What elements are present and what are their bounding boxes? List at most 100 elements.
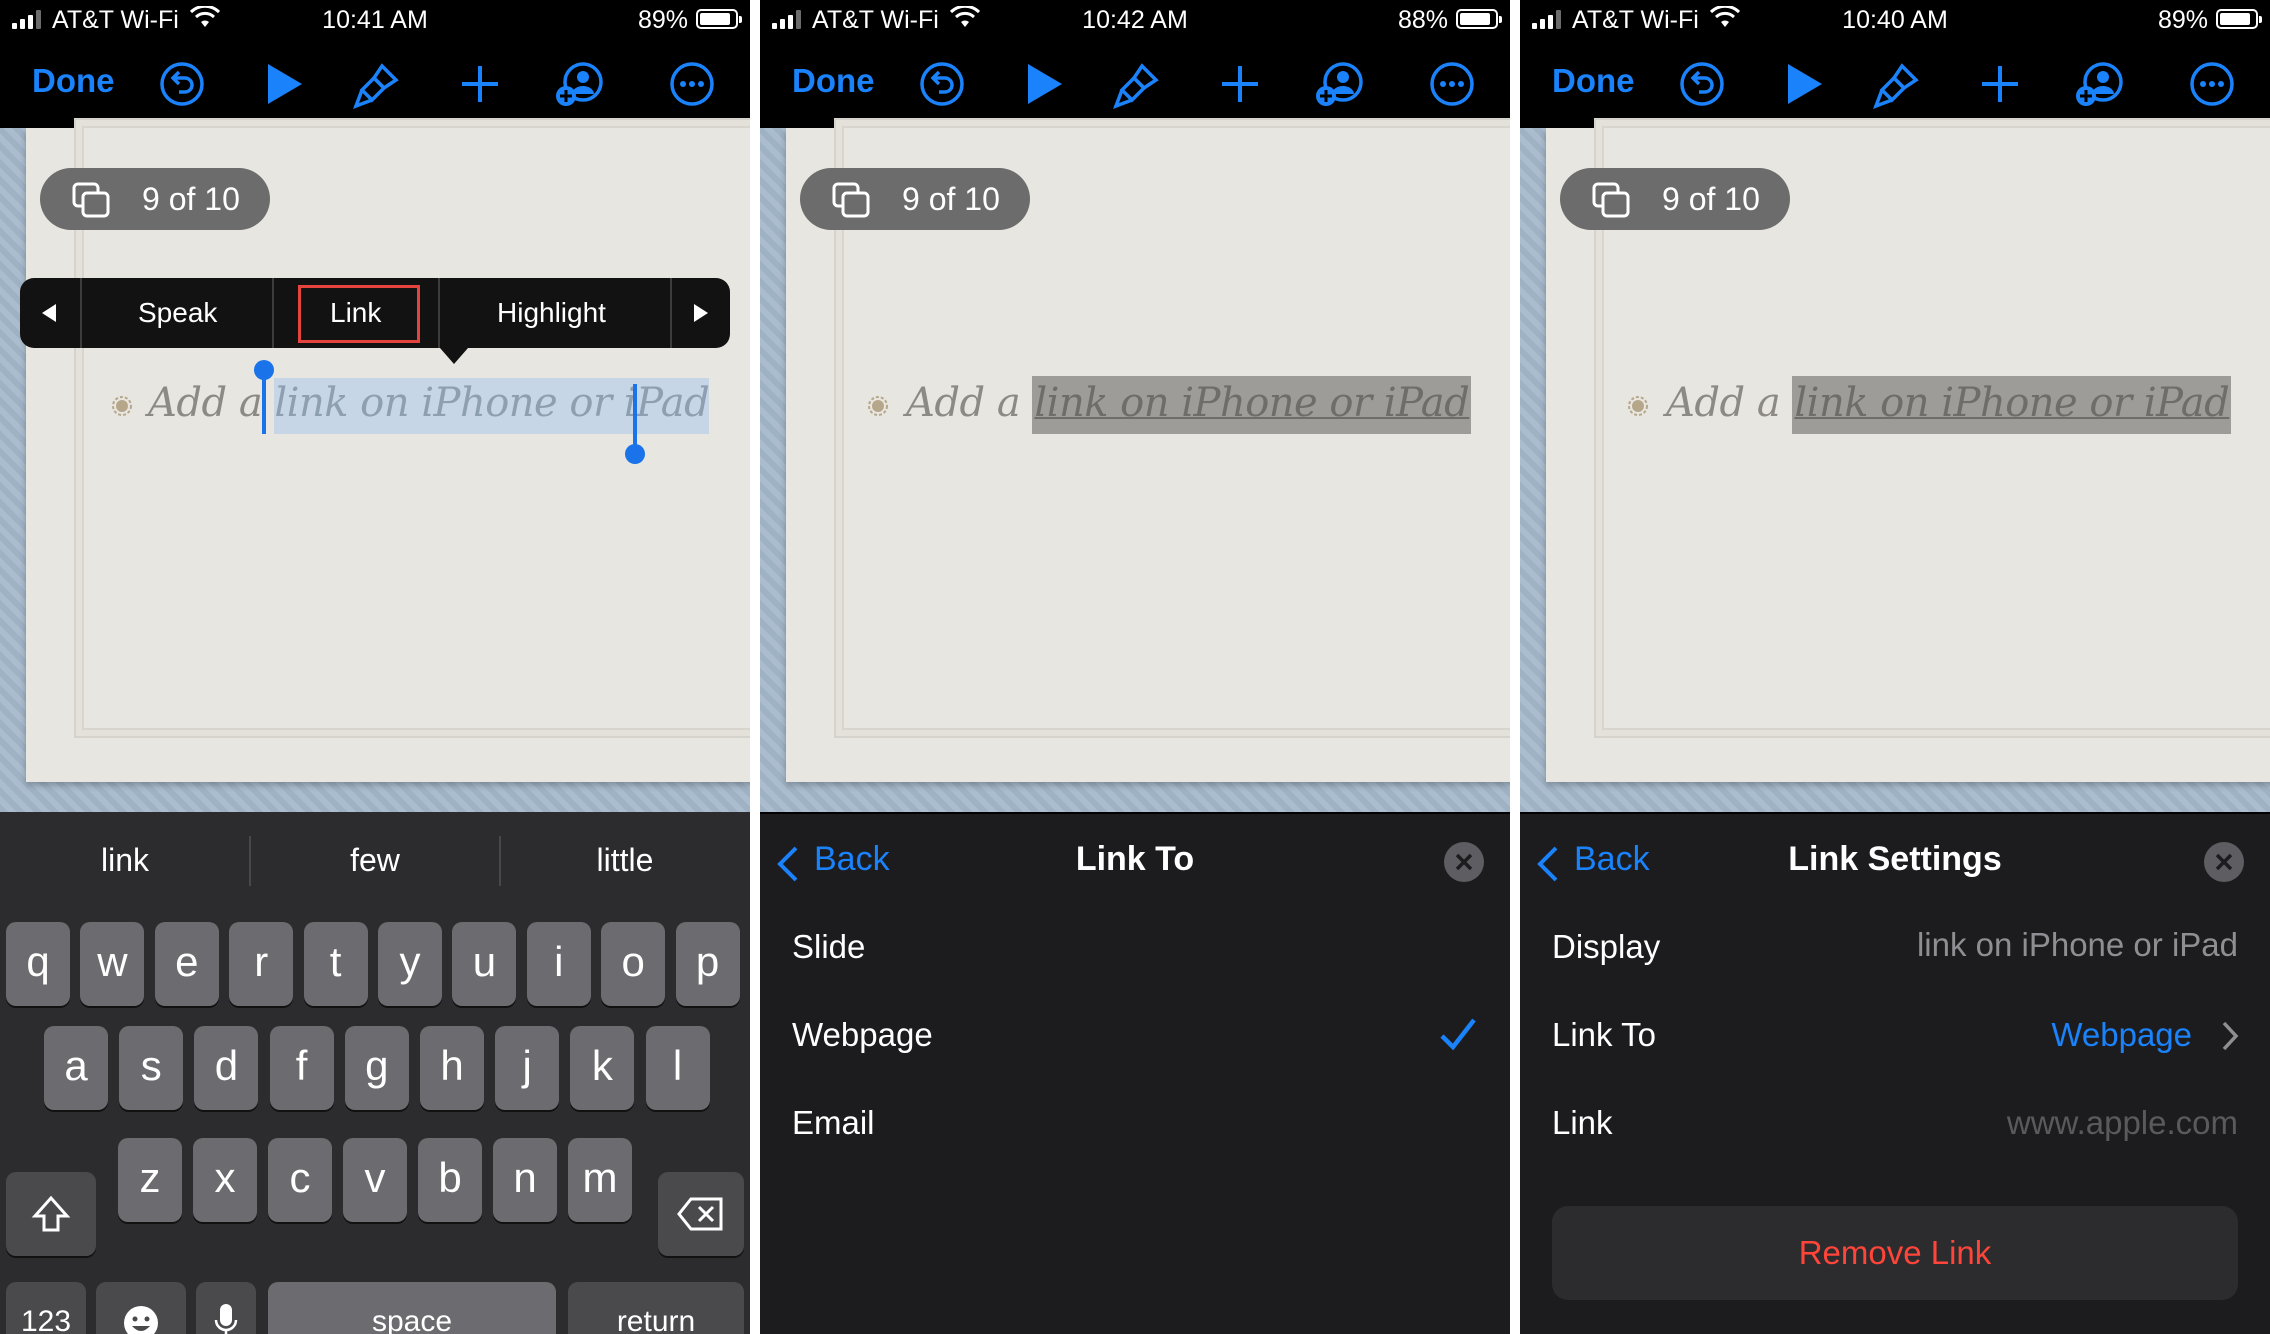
battery-percent: 89%: [637, 6, 688, 34]
key-n[interactable]: n: [493, 1138, 557, 1222]
link-highlight-box: [298, 285, 420, 343]
play-icon[interactable]: [1018, 58, 1070, 110]
play-icon[interactable]: [258, 58, 310, 110]
emoji-icon: [124, 1306, 158, 1334]
key-d[interactable]: d: [194, 1026, 259, 1110]
key-l[interactable]: l: [645, 1026, 710, 1110]
slide-bullet-text[interactable]: Add a link on iPhone or iPad: [148, 378, 710, 434]
slide-counter[interactable]: 9 of 10: [800, 168, 1030, 230]
option-webpage[interactable]: Webpage: [792, 1016, 933, 1054]
slide-canvas: 9 of 10 Add a link on iPhone or iPad: [0, 118, 750, 812]
link-settings-sheet: Back Link Settings Display link on iPhon…: [1520, 814, 2270, 1334]
menu-item-speak[interactable]: Speak: [138, 297, 217, 329]
key-k[interactable]: k: [570, 1026, 635, 1110]
link-label: Link: [1552, 1104, 1613, 1141]
key-q[interactable]: q: [6, 922, 70, 1006]
key-z[interactable]: z: [118, 1138, 182, 1222]
undo-icon[interactable]: [156, 58, 208, 110]
key-e[interactable]: e: [154, 922, 219, 1006]
menu-separator: [438, 278, 440, 348]
backspace-icon: [677, 1197, 723, 1231]
key-u[interactable]: u: [452, 922, 517, 1006]
done-button[interactable]: Done: [32, 62, 115, 100]
link-to-value[interactable]: Webpage: [2051, 1016, 2192, 1054]
menu-prev-button[interactable]: [20, 278, 80, 348]
close-button[interactable]: [1444, 842, 1484, 882]
done-button[interactable]: Done: [1552, 62, 1635, 100]
key-w[interactable]: w: [80, 922, 145, 1006]
link-url-field[interactable]: www.apple.com: [2007, 1104, 2238, 1142]
suggestion-2[interactable]: few: [250, 812, 500, 912]
option-slide[interactable]: Slide: [792, 928, 865, 966]
toolbar: Done: [0, 44, 750, 128]
linked-text[interactable]: link on iPhone or iPad: [1792, 376, 2232, 434]
key-r[interactable]: r: [229, 922, 294, 1006]
space-key[interactable]: space: [268, 1282, 556, 1334]
key-y[interactable]: y: [378, 922, 442, 1006]
key-c[interactable]: c: [268, 1138, 332, 1222]
toolbar: Done: [760, 44, 1510, 128]
key-f[interactable]: f: [269, 1026, 334, 1110]
menu-pointer: [440, 348, 468, 364]
battery-percent: 89%: [2157, 6, 2208, 34]
suggestion-1[interactable]: link: [0, 812, 250, 912]
edit-menu: Speak Link Highlight: [20, 278, 732, 364]
plus-icon[interactable]: [1214, 58, 1266, 110]
key-o[interactable]: o: [601, 922, 666, 1006]
key-x[interactable]: x: [193, 1138, 257, 1222]
option-email[interactable]: Email: [792, 1104, 875, 1142]
paintbrush-icon[interactable]: [1112, 58, 1164, 110]
status-bar: AT&T Wi-Fi 10:41 AM 89%: [0, 0, 750, 44]
add-collaborator-icon[interactable]: [554, 58, 606, 110]
key-j[interactable]: j: [495, 1026, 560, 1110]
key-p[interactable]: p: [675, 922, 740, 1006]
delete-key[interactable]: [658, 1172, 744, 1256]
key-t[interactable]: t: [303, 922, 368, 1006]
more-icon[interactable]: [2186, 58, 2238, 110]
more-icon[interactable]: [666, 58, 718, 110]
undo-icon[interactable]: [1676, 58, 1728, 110]
dictation-key[interactable]: [196, 1282, 256, 1334]
suggestion-3[interactable]: little: [500, 812, 750, 912]
bullet-icon: [112, 396, 132, 416]
menu-item-highlight[interactable]: Highlight: [497, 297, 606, 329]
slide-counter[interactable]: 9 of 10: [1560, 168, 1790, 230]
plus-icon[interactable]: [1974, 58, 2026, 110]
slide-bullet-text[interactable]: Add a link on iPhone or iPad: [1666, 376, 2232, 434]
plus-icon[interactable]: [454, 58, 506, 110]
key-m[interactable]: m: [568, 1138, 632, 1222]
selection-end-handle[interactable]: [625, 444, 645, 464]
key-g[interactable]: g: [344, 1026, 409, 1110]
done-button[interactable]: Done: [792, 62, 875, 100]
key-v[interactable]: v: [343, 1138, 407, 1222]
key-h[interactable]: h: [420, 1026, 484, 1110]
paintbrush-icon[interactable]: [352, 58, 404, 110]
menu-next-button[interactable]: [672, 278, 732, 348]
selected-text[interactable]: link on iPhone or iPad: [274, 378, 710, 434]
slide-bullet-text[interactable]: Add a link on iPhone or iPad: [906, 376, 1472, 434]
key-s[interactable]: s: [119, 1026, 184, 1110]
key-i[interactable]: i: [526, 922, 591, 1006]
add-collaborator-icon[interactable]: [1314, 58, 1366, 110]
numbers-key[interactable]: 123: [6, 1282, 86, 1334]
shift-key[interactable]: [6, 1172, 96, 1256]
key-b[interactable]: b: [418, 1138, 482, 1222]
key-a[interactable]: a: [44, 1026, 108, 1110]
add-collaborator-icon[interactable]: [2074, 58, 2126, 110]
emoji-key[interactable]: [96, 1282, 186, 1334]
undo-icon[interactable]: [916, 58, 968, 110]
chevron-right-icon[interactable]: [2220, 1020, 2240, 1052]
selection-start-line: [262, 368, 266, 434]
screenshot-panel-link-settings: AT&T Wi-Fi 10:40 AM 89% Done 9 of 10 Add…: [1520, 0, 2270, 1334]
more-icon[interactable]: [1426, 58, 1478, 110]
remove-link-button[interactable]: Remove Link: [1552, 1206, 2238, 1300]
return-key[interactable]: return: [568, 1282, 744, 1334]
slide-counter[interactable]: 9 of 10: [40, 168, 270, 230]
play-icon[interactable]: [1778, 58, 1830, 110]
paintbrush-icon[interactable]: [1872, 58, 1924, 110]
close-button[interactable]: [2204, 842, 2244, 882]
linked-text[interactable]: link on iPhone or iPad: [1032, 376, 1472, 434]
toolbar: Done: [1520, 44, 2270, 128]
slide-canvas: 9 of 10 Add a link on iPhone or iPad: [760, 118, 1510, 812]
display-field[interactable]: link on iPhone or iPad: [1917, 926, 2238, 964]
